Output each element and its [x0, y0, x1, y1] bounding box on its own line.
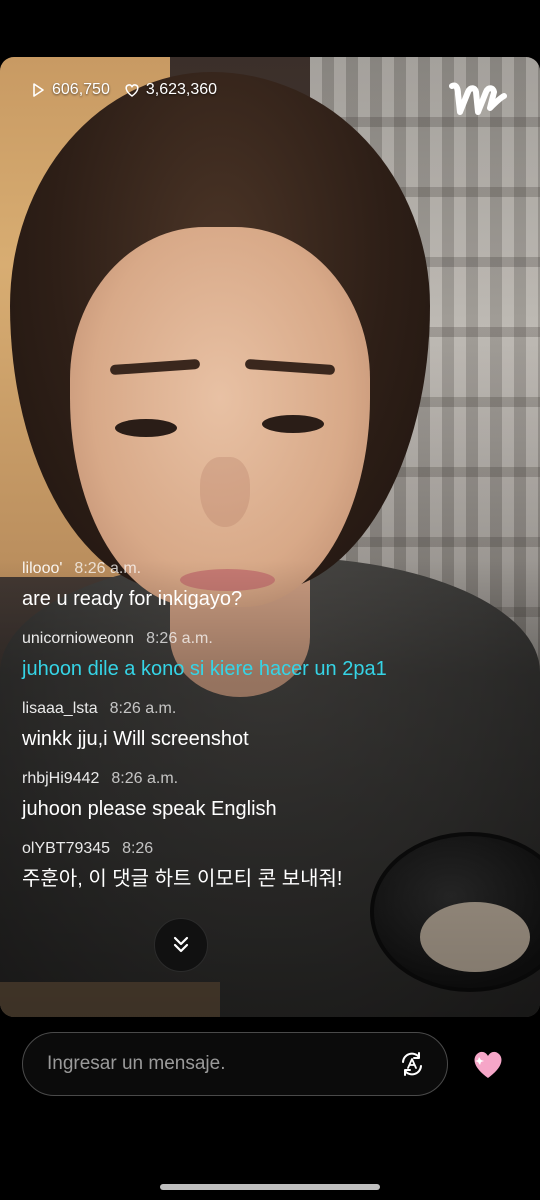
- eye-right: [262, 415, 324, 433]
- heart-icon: [125, 84, 139, 97]
- comment-username: olYBT79345: [22, 840, 111, 857]
- play-icon: [33, 83, 44, 97]
- chevron-double-down-icon: [173, 936, 189, 953]
- play-count-value: 606,750: [52, 81, 110, 98]
- comment-time: 8:26: [122, 840, 154, 857]
- comment-text: juhoon dile a kono si kiere hacer un 2pa…: [22, 658, 387, 680]
- like-count: 3,623,360: [124, 81, 217, 99]
- comment-item: rhbjHi9442 8:26 a.m. juhoon please speak…: [22, 770, 518, 824]
- translate-icon[interactable]: [397, 1049, 427, 1079]
- weverse-logo: [449, 82, 507, 115]
- comment-username: unicornioweonn: [22, 630, 135, 647]
- comment-text: winkk jju,i Will screenshot: [22, 728, 249, 750]
- message-input-bar[interactable]: [22, 1032, 448, 1096]
- pink-heart-icon[interactable]: [470, 1048, 506, 1080]
- home-indicator[interactable]: [160, 1184, 380, 1190]
- comment-feed[interactable]: lilooo' 8:26 a.m. are u ready for inkiga…: [0, 560, 540, 1017]
- comment-item: olYBT79345 8:26 주훈아, 이 댓글 하트 이모티 콘 보내줘!: [22, 840, 518, 894]
- comment-time: 8:26 a.m.: [74, 560, 142, 577]
- nose: [200, 457, 250, 527]
- comment-username: lisaaa_lsta: [22, 700, 98, 717]
- comment-time: 8:26 a.m.: [109, 700, 177, 717]
- comment-username: rhbjHi9442: [22, 770, 100, 787]
- comment-username: lilooo': [22, 560, 63, 577]
- comment-text: 주훈아, 이 댓글 하트 이모티 콘 보내줘!: [22, 868, 343, 890]
- streamer-face: [70, 227, 370, 607]
- message-input[interactable]: [47, 1053, 397, 1075]
- comment-text: juhoon please speak English: [22, 798, 277, 820]
- comment-text: are u ready for inkigayo?: [22, 588, 243, 610]
- scroll-to-latest-button[interactable]: [154, 918, 208, 972]
- like-count-value: 3,623,360: [145, 81, 218, 98]
- play-count: 606,750: [30, 81, 110, 99]
- comment-item: lilooo' 8:26 a.m. are u ready for inkiga…: [22, 560, 518, 614]
- comment-item: lisaaa_lsta 8:26 a.m. winkk jju,i Will s…: [22, 700, 518, 754]
- live-screen: 606,750 3,623,360 lilooo' 8:26 a.m. are …: [0, 0, 540, 1200]
- eye-left: [115, 419, 177, 437]
- live-stats: 606,750 3,623,360: [30, 81, 217, 99]
- comment-time: 8:26 a.m.: [146, 630, 213, 647]
- comment-time: 8:26 a.m.: [111, 770, 179, 787]
- comment-item: unicornioweonn 8:26 a.m. juhoon dile a k…: [22, 630, 518, 684]
